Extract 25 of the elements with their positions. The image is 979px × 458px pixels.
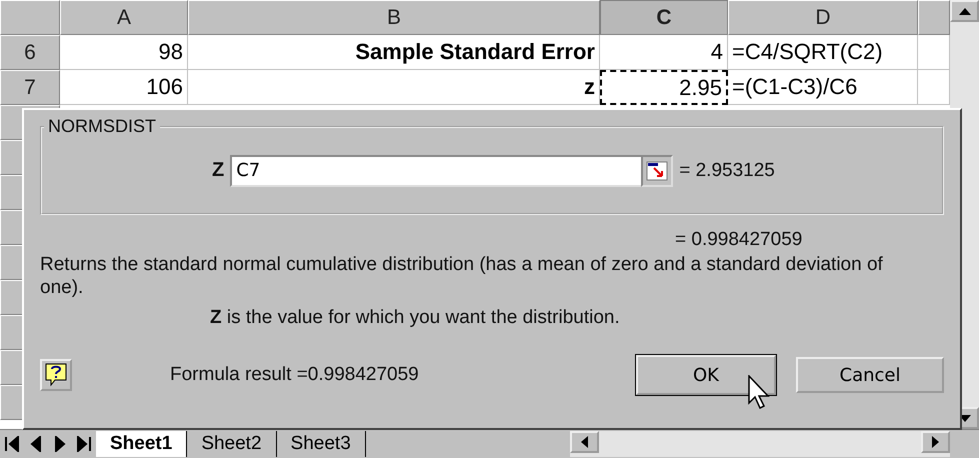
table-cell: 98	[60, 35, 188, 70]
argument-value: = 2.953125	[679, 160, 775, 182]
column-header[interactable]: C	[600, 0, 728, 35]
table-cell: 106	[60, 70, 188, 105]
sheet-tab[interactable]: Sheet3	[276, 431, 366, 458]
column-header[interactable]: A	[60, 0, 188, 35]
argument-help: Z is the value for which you want the distribution.	[210, 307, 621, 329]
table-cell: 4	[600, 35, 728, 70]
ok-button[interactable]: OK	[636, 355, 776, 395]
sheet-tab[interactable]: Sheet1	[96, 431, 188, 458]
function-result: = 0.998427059	[675, 229, 804, 251]
formula-result: Formula result =0.998427059	[170, 364, 419, 386]
cancel-button[interactable]: Cancel	[796, 357, 944, 393]
table-cell: Sample Standard Error	[188, 35, 600, 70]
table-cell: =C4/SQRT(C2)	[728, 35, 918, 70]
row-header[interactable]: 6	[0, 35, 60, 70]
function-description: Returns the standard normal cumulative distribution (has a mean of zero and a standard deviation of one).	[40, 253, 884, 299]
table-cell: z	[188, 70, 600, 105]
argument-field[interactable]: C7	[230, 154, 642, 186]
table-cell: 2.95	[600, 70, 728, 105]
column-header[interactable]: B	[188, 0, 600, 35]
row-header[interactable]: 7	[0, 70, 60, 105]
column-header[interactable]: D	[728, 0, 918, 35]
table-cell: =(C1-C3)/C6	[728, 70, 918, 105]
argument-label: Z	[212, 159, 224, 182]
